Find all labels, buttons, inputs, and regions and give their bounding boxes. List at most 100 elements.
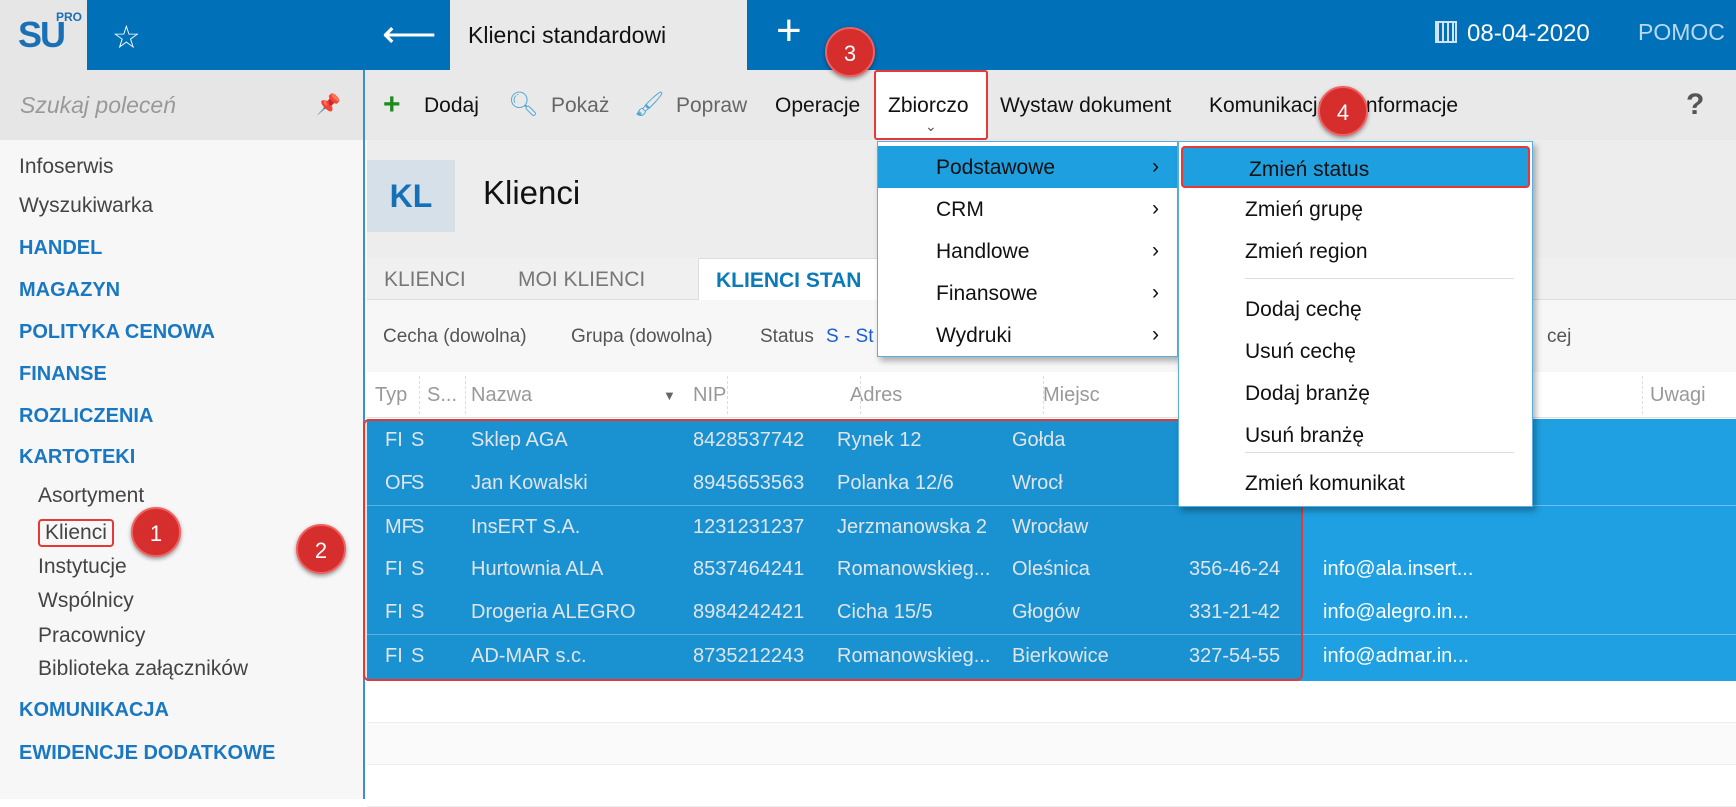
menu-item-wydruki[interactable]: Wydruki › — [878, 314, 1177, 356]
submenu-item[interactable]: Usuń cechę — [1179, 330, 1532, 372]
date-text: 08-04-2020 — [1467, 20, 1590, 47]
submenu-item-label: Zmień grupę — [1245, 198, 1363, 221]
tab-klienci[interactable]: KLIENCI — [384, 268, 466, 292]
sidebar-item-handel[interactable]: HANDEL — [19, 237, 102, 260]
submenu-item-label: Zmień region — [1245, 240, 1368, 263]
menu-item-handlowe[interactable]: Handlowe › — [878, 230, 1177, 272]
app-logo[interactable]: SU PRO — [0, 0, 87, 70]
menu-item-label: Handlowe — [936, 240, 1030, 263]
sidebar-item-magazyn[interactable]: MAGAZYN — [19, 279, 120, 302]
menu-separator — [1245, 452, 1514, 453]
sidebar-item-instytucje[interactable]: Instytucje — [38, 555, 127, 579]
column-divider[interactable] — [1043, 376, 1044, 414]
sidebar-item-wyszukiwarka[interactable]: Wyszukiwarka — [19, 194, 153, 218]
new-tab-plus-icon[interactable]: + — [776, 6, 802, 56]
sidebar-item-kartoteki[interactable]: KARTOTEKI — [19, 446, 135, 469]
tab-moi-klienci[interactable]: MOI KLIENCI — [518, 268, 645, 292]
information-button[interactable]: Informacje — [1360, 94, 1458, 118]
chevron-right-icon: › — [1152, 323, 1159, 346]
menu-item-label: Wydruki — [936, 324, 1012, 347]
chevron-right-icon: › — [1152, 239, 1159, 262]
submenu-item[interactable]: Zmień region — [1179, 230, 1532, 272]
submenu-item[interactable]: Dodaj branżę — [1179, 372, 1532, 414]
group-filter[interactable]: Grupa (dowolna) — [571, 326, 713, 348]
plus-icon: + — [383, 88, 401, 121]
sidebar-item-infoserwis[interactable]: Infoserwis — [19, 155, 114, 179]
column-header[interactable]: Adres — [850, 384, 902, 407]
column-header[interactable]: Nazwa — [471, 384, 532, 407]
menu-item-label: CRM — [936, 198, 984, 221]
sort-desc-icon[interactable]: ▼ — [663, 388, 676, 403]
annotation-badge-1: 1 — [131, 507, 181, 557]
column-header[interactable]: Typ — [375, 384, 407, 407]
submenu-item[interactable]: Usuń branżę — [1179, 414, 1532, 456]
logo-sup: PRO — [56, 10, 83, 24]
sidebar-item-ewidencje-dodatkowe[interactable]: EWIDENCJE DODATKOWE — [19, 742, 275, 765]
date-display[interactable]: 08-04-2020 — [1435, 20, 1590, 48]
communication-button[interactable]: Komunikacja — [1209, 94, 1329, 118]
back-arrow-icon[interactable]: ⟵ — [382, 12, 436, 57]
pin-icon[interactable]: 📌 — [316, 92, 341, 117]
table-cell: info@ala.insert... — [1323, 558, 1474, 580]
sidebar-item-asortyment[interactable]: Asortyment — [38, 484, 144, 508]
column-header[interactable]: Uwagi — [1650, 384, 1706, 407]
sidebar-item-wsp-lnicy[interactable]: Wspólnicy — [38, 589, 134, 613]
status-filter-value[interactable]: S - St — [826, 326, 874, 348]
command-search-input[interactable]: Szukaj poleceń 📌 — [0, 70, 363, 140]
column-header[interactable]: NIP — [693, 384, 726, 407]
column-header[interactable]: Miejsc — [1043, 384, 1100, 407]
search-placeholder: Szukaj poleceń — [20, 92, 176, 118]
help-button[interactable]: ? — [1686, 88, 1704, 122]
submenu-item-label: Usuń branżę — [1245, 424, 1365, 447]
submenu-item-label: Dodaj branżę — [1245, 382, 1370, 405]
sidebar-item-pracownicy[interactable]: Pracownicy — [38, 624, 145, 648]
submenu-item[interactable]: Zmień status — [1181, 146, 1530, 188]
sidebar-item-komunikacja[interactable]: KOMUNIKACJA — [19, 699, 169, 722]
sidebar-item-polityka-cenowa[interactable]: POLITYKA CENOWA — [19, 321, 215, 344]
add-button[interactable]: Dodaj — [424, 94, 479, 118]
chevron-down-icon: ⌄ — [925, 118, 937, 134]
show-button[interactable]: Pokaż — [551, 94, 609, 118]
tab-klienci-standardowi[interactable]: KLIENCI STAN — [698, 258, 898, 301]
edit-button[interactable]: Popraw — [676, 94, 747, 118]
annotation-badge-2: 2 — [296, 524, 346, 574]
sidebar: Szukaj poleceń 📌 Infoserwis Wyszukiwarka HA… — [0, 70, 365, 799]
sidebar-item-biblioteka-za-cznik-w[interactable]: Biblioteka załączników — [38, 657, 248, 681]
menu-item-podstawowe[interactable]: Podstawowe › — [878, 146, 1177, 188]
help-link[interactable]: POMOC — [1638, 19, 1725, 46]
menu-item-label: Podstawowe — [936, 156, 1056, 179]
module-icon: KL — [367, 160, 455, 232]
issue-document-button[interactable]: Wystaw dokument — [1000, 94, 1171, 118]
bulk-button[interactable]: Zbiorczo — [888, 94, 969, 118]
chevron-right-icon: › — [1152, 155, 1159, 178]
sidebar-item-klienci[interactable]: Klienci — [38, 519, 114, 547]
column-divider[interactable] — [1642, 376, 1643, 414]
annotation-badge-4: 4 — [1318, 86, 1368, 136]
favorites-star-icon[interactable]: ☆ — [112, 18, 141, 56]
empty-row — [367, 765, 1736, 807]
feature-filter[interactable]: Cecha (dowolna) — [383, 326, 527, 348]
column-divider[interactable] — [419, 376, 420, 414]
submenu-item[interactable]: Zmień grupę — [1179, 188, 1532, 230]
empty-row — [367, 723, 1736, 765]
sidebar-item-rozliczenia[interactable]: ROZLICZENIA — [19, 405, 153, 428]
status-filter-label[interactable]: Status — [760, 326, 814, 348]
brush-icon: 🖌︎ — [634, 91, 665, 118]
submenu-item[interactable]: Dodaj cechę — [1179, 288, 1532, 330]
empty-row — [367, 681, 1736, 723]
menu-item-crm[interactable]: CRM › — [878, 188, 1177, 230]
column-divider[interactable] — [860, 376, 861, 414]
submenu-item-label: Dodaj cechę — [1245, 298, 1362, 321]
table-cell: info@alegro.in... — [1323, 601, 1469, 623]
menu-item-finansowe[interactable]: Finansowe › — [878, 272, 1177, 314]
more-filter[interactable]: cej — [1547, 326, 1571, 348]
sidebar-item-finanse[interactable]: FINANSE — [19, 363, 107, 386]
submenu-item[interactable]: Zmień komunikat — [1179, 462, 1532, 504]
column-header[interactable]: S... — [427, 384, 457, 407]
column-divider[interactable] — [465, 376, 466, 414]
operations-button[interactable]: Operacje — [775, 94, 860, 118]
tab-klienci-standardowi[interactable]: Klienci standardowi — [450, 0, 747, 70]
basic-submenu: Zmień status Zmień grupę Zmień region Dodaj… — [1178, 141, 1533, 507]
column-divider[interactable] — [727, 376, 728, 414]
table-cell: info@admar.in... — [1323, 645, 1469, 667]
